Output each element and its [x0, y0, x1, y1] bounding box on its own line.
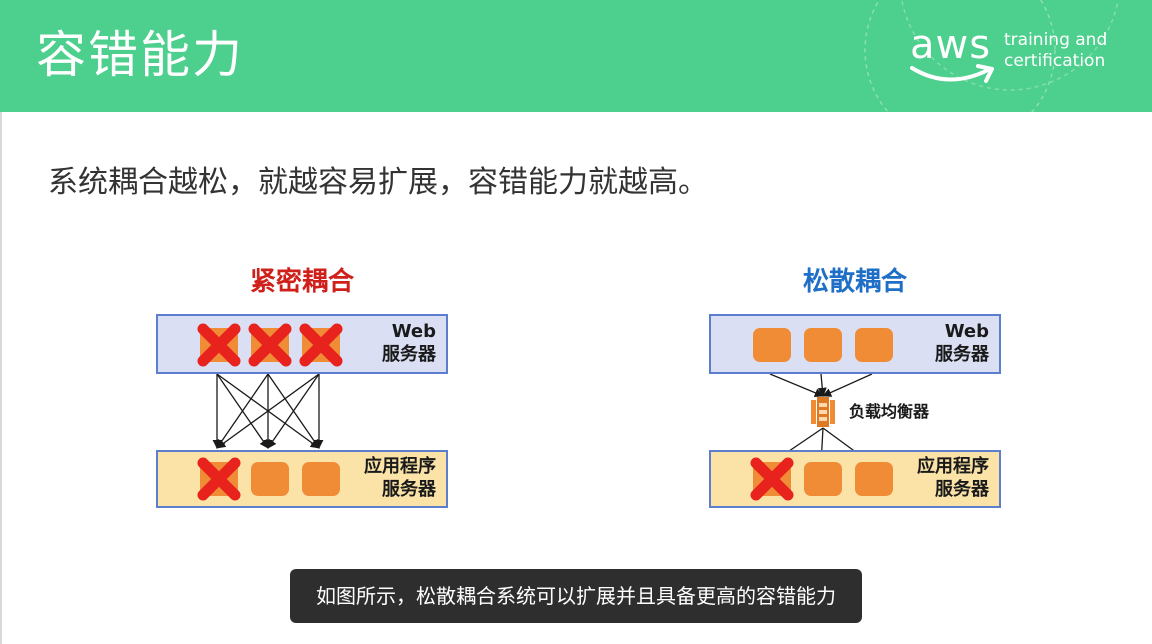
- loose-web-tier-label: Web 服务器: [935, 320, 989, 366]
- tight-coupling-diagram: 紧密耦合 Web 服务器 应用程序 服务器: [156, 262, 516, 522]
- loose-coupling-title: 松散耦合: [802, 267, 907, 297]
- failed-x-icon: [299, 323, 343, 367]
- tier-label-line2: 服务器: [935, 479, 989, 500]
- tier-label-line1: 应用程序: [364, 456, 436, 477]
- loose-app-tier: 应用程序 服务器: [709, 450, 1001, 508]
- loose-web-server-3: [855, 328, 893, 362]
- tight-app-tier-label: 应用程序 服务器: [364, 455, 436, 501]
- failed-x-icon: [197, 457, 241, 501]
- tight-web-server-3: [299, 323, 343, 367]
- failed-x-icon: [750, 457, 794, 501]
- web-to-lb-wire-1: [769, 373, 824, 398]
- tight-coupling-title: 紧密耦合: [249, 267, 354, 297]
- tight-app-server-2: [251, 462, 289, 496]
- loose-app-server-1: [750, 457, 794, 501]
- slide-header: 容错能力 aws training and certification: [0, 0, 1152, 112]
- tier-label-line2: 服务器: [935, 344, 989, 365]
- tier-label-line1: Web: [391, 321, 436, 342]
- load-balancer-label: 负载均衡器: [849, 402, 930, 421]
- aws-logo-text: training and certification: [1004, 30, 1107, 72]
- left-border: [0, 112, 2, 644]
- tier-label-line2: 服务器: [382, 479, 436, 500]
- failed-x-icon: [197, 323, 241, 367]
- web-to-lb-wire-2: [817, 373, 827, 397]
- tight-web-server-2: [248, 323, 292, 367]
- loose-app-server-3: [855, 462, 893, 496]
- web-to-lb-wire-3: [822, 373, 873, 397]
- slide-title: 容错能力: [36, 26, 244, 84]
- tight-web-server-1: [197, 323, 241, 367]
- tight-app-server-3: [302, 462, 340, 496]
- failed-x-icon: [248, 323, 292, 367]
- load-balancer-icon: [811, 397, 835, 427]
- tight-app-server-1: [197, 457, 241, 501]
- loose-web-tier: Web 服务器: [709, 314, 1001, 374]
- slide-subtitle: 系统耦合越松，就越容易扩展，容错能力就越高。: [48, 165, 708, 200]
- loose-web-server-1: [753, 328, 791, 362]
- tier-label-line1: Web: [944, 321, 989, 342]
- tight-app-tier: 应用程序 服务器: [156, 450, 448, 508]
- aws-smile-icon: [910, 64, 994, 83]
- aws-logo: aws training and certification: [906, 22, 1126, 92]
- loose-app-tier-label: 应用程序 服务器: [917, 455, 989, 501]
- logo-text-line2: certification: [1004, 51, 1106, 71]
- loose-app-server-2: [804, 462, 842, 496]
- loose-coupling-diagram: 松散耦合 Web 服务器 负载均衡器 应用程序 服务器: [709, 262, 1069, 522]
- tier-label-line1: 应用程序: [917, 456, 989, 477]
- video-subtitle-caption: 如图所示，松散耦合系统可以扩展并且具备更高的容错能力: [290, 569, 862, 623]
- logo-text-line1: training and: [1004, 30, 1108, 50]
- tier-label-line2: 服务器: [382, 344, 436, 365]
- tight-web-tier-label: Web 服务器: [382, 320, 436, 366]
- tight-web-tier: Web 服务器: [156, 314, 448, 374]
- loose-web-server-2: [804, 328, 842, 362]
